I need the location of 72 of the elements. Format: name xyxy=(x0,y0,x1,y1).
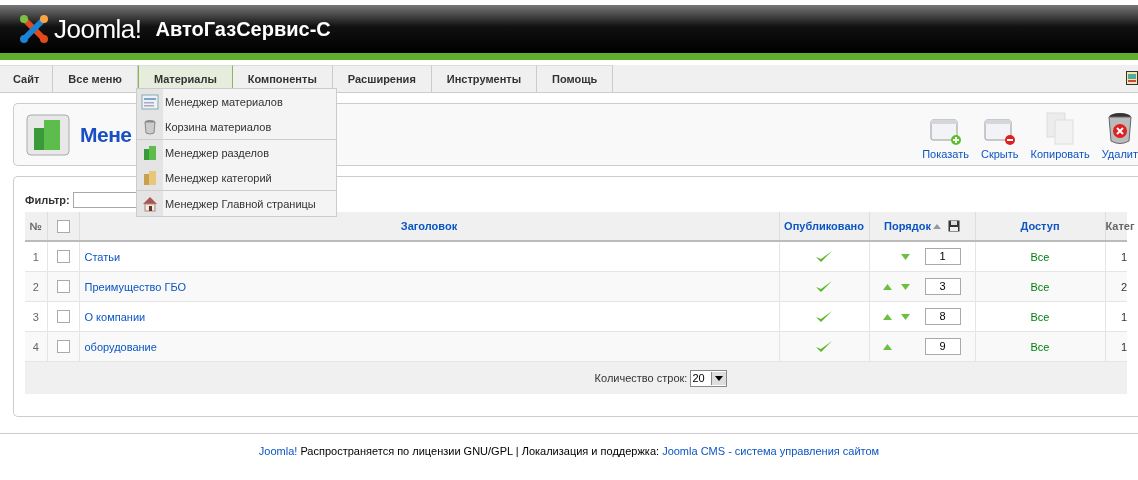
menu-item[interactable]: Помощь xyxy=(537,65,614,92)
title-link[interactable]: Статьи xyxy=(79,250,121,263)
title-link[interactable]: Преимущество ГБО xyxy=(79,280,187,293)
rows-count-label: Количество строк: xyxy=(594,372,688,384)
check-icon[interactable] xyxy=(815,249,833,264)
toolbar-button[interactable]: Копировать xyxy=(1024,109,1096,160)
column-header[interactable]: Доступ xyxy=(1020,220,1060,232)
document-icon xyxy=(141,93,159,110)
checkbox[interactable] xyxy=(56,340,70,354)
row-number: 4 xyxy=(32,340,39,353)
dropdown-item[interactable]: Менеджер материалов xyxy=(163,95,283,108)
column-header[interactable]: Порядок xyxy=(884,220,931,232)
column-header: № xyxy=(29,220,42,232)
logo-icon xyxy=(18,13,50,45)
house-icon xyxy=(142,195,158,212)
up-arrow-icon[interactable] xyxy=(883,343,892,350)
menu-item[interactable]: Расширения xyxy=(332,65,432,92)
check-icon[interactable] xyxy=(815,339,833,354)
up-arrow-icon[interactable] xyxy=(883,283,892,290)
access-level[interactable]: Все xyxy=(1030,310,1050,323)
down-arrow-icon[interactable] xyxy=(901,253,910,260)
toolbar-button[interactable]: Показать xyxy=(916,109,975,160)
order-field[interactable]: 9 xyxy=(924,338,961,355)
row-number: 3 xyxy=(32,310,39,323)
access-level[interactable]: Все xyxy=(1030,340,1050,353)
row-number: 1 xyxy=(32,250,39,263)
rows-count-select[interactable]: 20 xyxy=(690,369,728,387)
order-field[interactable]: 3 xyxy=(924,278,961,295)
access-level[interactable]: Все xyxy=(1030,250,1050,263)
preview-icon[interactable] xyxy=(1126,71,1138,85)
table-cell: 1 xyxy=(1120,250,1127,263)
trash-delete-icon xyxy=(1106,111,1133,146)
dropdown-item[interactable]: Корзина материалов xyxy=(163,120,272,133)
table-cell: 2 xyxy=(1120,280,1127,293)
footer-text: Joomla! Распространяется по лицензии GNU/GPL | Локализация и поддержка: Joomla CMS - система управления сайтом xyxy=(258,445,880,457)
column-header: Катег xyxy=(1105,220,1135,232)
logo-text: Joomla! xyxy=(54,13,142,45)
filter-label: Фильтр: xyxy=(25,194,70,206)
sort-ascending-icon xyxy=(932,223,941,229)
table-cell: 1 xyxy=(1120,340,1127,353)
title-link[interactable]: О компании xyxy=(79,310,146,323)
page-title: Мене xyxy=(80,122,132,147)
checkbox[interactable] xyxy=(56,310,70,324)
toolbar-button[interactable]: Удалит xyxy=(1095,109,1138,160)
check-icon[interactable] xyxy=(815,309,833,324)
footer-link[interactable]: Joomla CMS - система управления сайтом xyxy=(662,445,880,457)
column-header[interactable]: Заголовок xyxy=(400,220,458,232)
title-link[interactable]: оборудование xyxy=(79,340,157,353)
dropdown-item[interactable]: Менеджер разделов xyxy=(163,146,269,159)
save-icon[interactable] xyxy=(947,220,960,232)
menu-item[interactable]: Инструменты xyxy=(431,65,538,92)
down-arrow-icon[interactable] xyxy=(901,283,910,290)
toolbar-button[interactable]: Скрыть xyxy=(974,109,1025,160)
footer-link[interactable]: Joomla! xyxy=(258,445,298,457)
down-arrow-icon[interactable] xyxy=(901,313,910,320)
order-field[interactable]: 1 xyxy=(924,248,961,265)
check-icon[interactable] xyxy=(815,279,833,294)
site-name: АвтоГазСервис-С xyxy=(155,17,331,41)
table-cell: 1 xyxy=(1120,310,1127,323)
up-arrow-icon[interactable] xyxy=(883,313,892,320)
dropdown-arrow-icon xyxy=(715,375,724,381)
menu-item[interactable]: Сайт xyxy=(0,65,54,92)
access-level[interactable]: Все xyxy=(1030,280,1050,293)
trash-icon xyxy=(144,118,156,135)
dropdown-item[interactable]: Менеджер Главной страницы xyxy=(163,197,316,210)
row-number: 2 xyxy=(32,280,39,293)
checkbox[interactable] xyxy=(56,219,70,233)
checkbox[interactable] xyxy=(56,250,70,264)
order-field[interactable]: 8 xyxy=(924,308,961,325)
dropdown-item[interactable]: Менеджер категорий xyxy=(163,171,272,184)
checkbox[interactable] xyxy=(56,280,70,294)
filter-field[interactable] xyxy=(72,192,137,208)
